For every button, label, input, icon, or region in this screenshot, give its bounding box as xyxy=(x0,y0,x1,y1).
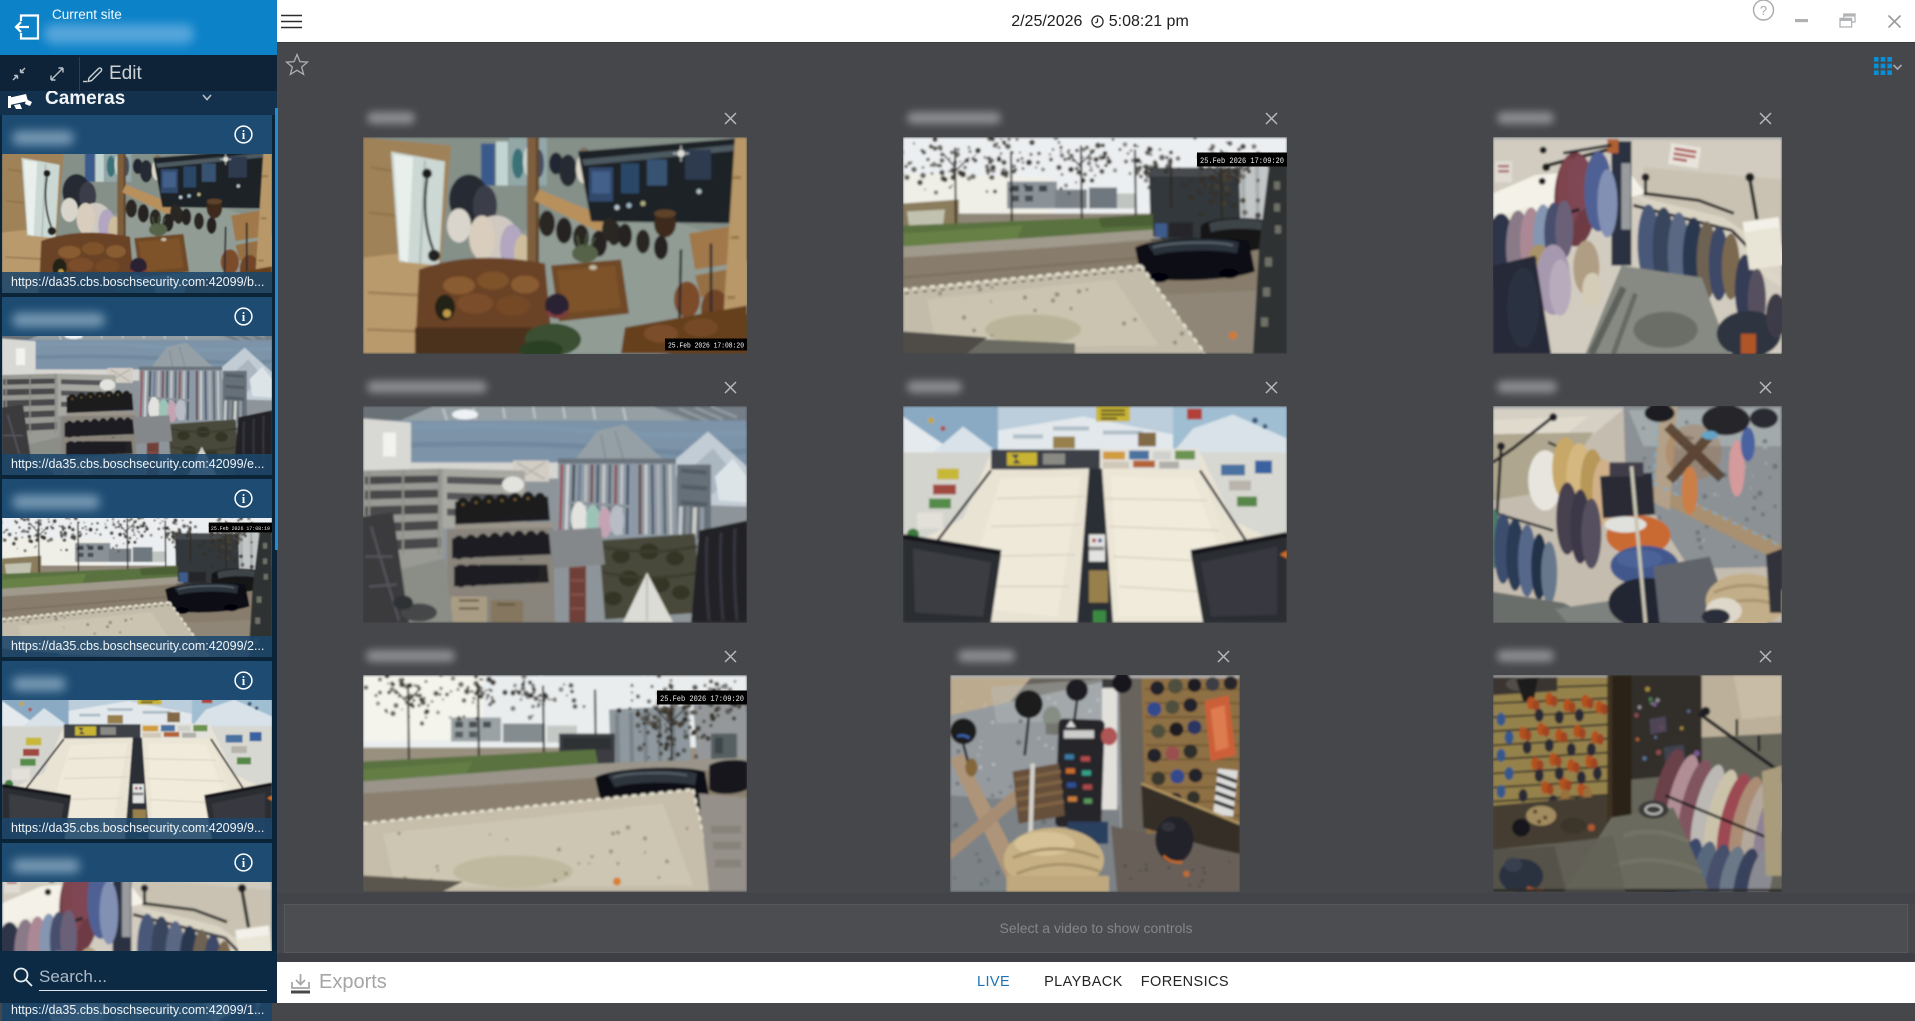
svg-text:i: i xyxy=(242,492,246,506)
svg-text:?: ? xyxy=(1760,3,1767,18)
svg-text:i: i xyxy=(242,674,246,688)
svg-text:25.Feb 2026 17:09:20: 25.Feb 2026 17:09:20 xyxy=(1200,157,1284,166)
svg-text:25.Feb 2026 17:08:19: 25.Feb 2026 17:08:19 xyxy=(211,525,270,532)
svg-text:25.Feb 2026 17:08:20: 25.Feb 2026 17:08:20 xyxy=(668,343,744,351)
svg-text:i: i xyxy=(242,856,246,870)
svg-text:i: i xyxy=(242,128,246,142)
svg-text:i: i xyxy=(242,310,246,324)
svg-text:25.Feb 2026 17:09:20: 25.Feb 2026 17:09:20 xyxy=(660,695,744,704)
